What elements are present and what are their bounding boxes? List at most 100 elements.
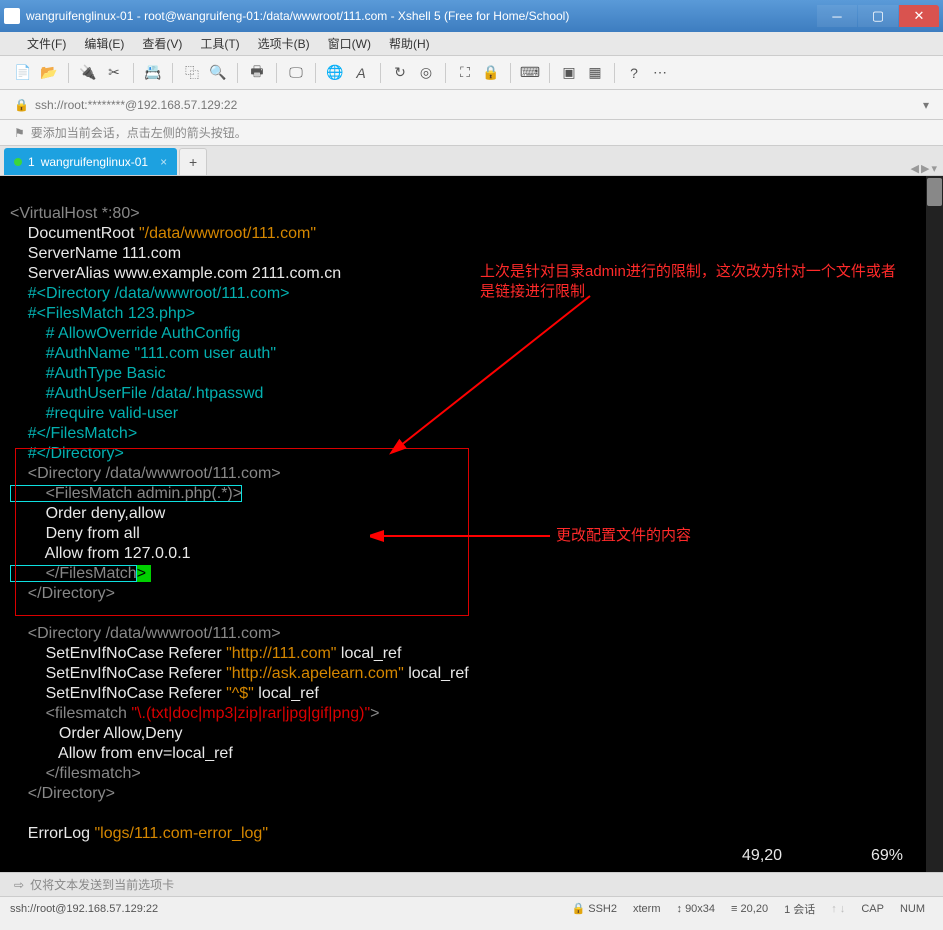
- menu-window[interactable]: 窗口(W): [319, 32, 380, 55]
- tab-close-icon[interactable]: ×: [160, 155, 167, 169]
- tab-label: wangruifenglinux-01: [41, 155, 148, 169]
- code-string: "^$": [226, 685, 254, 702]
- close-button[interactable]: ✕: [899, 5, 939, 27]
- expand-icon[interactable]: ⛶: [454, 62, 476, 84]
- separator: [133, 63, 134, 83]
- status-arrows: ↑ ↓: [823, 903, 853, 915]
- disconnect-icon[interactable]: ✂: [103, 62, 125, 84]
- menubar: 文件(F) 编辑(E) 查看(V) 工具(T) 选项卡(B) 窗口(W) 帮助(…: [0, 32, 943, 56]
- code-line: </Directory>: [10, 785, 115, 802]
- code-comment: #require valid-user: [10, 405, 178, 422]
- target-icon[interactable]: ◎: [415, 62, 437, 84]
- status-dot-icon: [14, 158, 22, 166]
- menu-view[interactable]: 查看(V): [133, 32, 191, 55]
- separator: [614, 63, 615, 83]
- menu-tabs[interactable]: 选项卡(B): [249, 32, 319, 55]
- code-line: Allow from env=local_ref: [10, 745, 233, 762]
- font-icon[interactable]: A: [350, 62, 372, 84]
- menu-tools[interactable]: 工具(T): [191, 32, 248, 55]
- code-line: local_ref: [336, 645, 401, 662]
- session-tab[interactable]: 1 wangruifenglinux-01 ×: [4, 148, 177, 175]
- code-comment: #AuthType Basic: [10, 365, 166, 382]
- annotation-text-2: 更改配置文件的内容: [556, 526, 691, 546]
- tile-icon[interactable]: ▦: [584, 62, 606, 84]
- status-size: 90x34: [685, 903, 715, 915]
- maximize-button[interactable]: ▢: [858, 5, 898, 27]
- code-comment: #<Directory /data/wwwroot/111.com>: [10, 285, 290, 302]
- lock-icon[interactable]: 🔒: [480, 62, 502, 84]
- address-text[interactable]: ssh://root:********@192.168.57.129:22: [35, 98, 917, 112]
- code-line: >: [370, 705, 379, 722]
- status-cap: CAP: [853, 903, 892, 915]
- screen-icon[interactable]: 🖵: [285, 62, 307, 84]
- separator: [68, 63, 69, 83]
- code-line: ServerName 111.com: [10, 245, 181, 262]
- separator: [380, 63, 381, 83]
- search-icon[interactable]: 🔍: [207, 62, 229, 84]
- terminal[interactable]: <VirtualHost *:80> DocumentRoot "/data/w…: [0, 176, 943, 872]
- app-icon: [4, 8, 20, 24]
- address-bar: 🔒 ssh://root:********@192.168.57.129:22 …: [0, 90, 943, 120]
- window-icon[interactable]: ▣: [558, 62, 580, 84]
- code-line: DocumentRoot: [10, 225, 139, 242]
- more-icon[interactable]: ⋯: [649, 62, 671, 84]
- minimize-button[interactable]: ─: [817, 5, 857, 27]
- toolbar: 📄 📂 🔌 ✂ 📇 ⿻ 🔍 🖶 🖵 🌐 A ↻ ◎ ⛶ 🔒 ⌨ ▣ ▦ ? ⋯: [0, 56, 943, 90]
- menu-help[interactable]: 帮助(H): [380, 32, 439, 55]
- vim-position: 49,20: [742, 847, 782, 864]
- status-cursor: 20,20: [741, 903, 769, 915]
- code-line: local_ref: [404, 665, 469, 682]
- globe-icon[interactable]: 🌐: [324, 62, 346, 84]
- code-line: <VirtualHost *:80>: [10, 205, 140, 222]
- titlebar: wangruifenglinux-01 - root@wangruifeng-0…: [0, 0, 943, 32]
- separator: [172, 63, 173, 83]
- separator: [276, 63, 277, 83]
- hint-text: 要添加当前会话，点击左侧的箭头按钮。: [31, 124, 247, 141]
- status-ssh: SSH2: [588, 903, 617, 915]
- tab-prev-icon[interactable]: ◀: [911, 162, 919, 175]
- input-hint-text: 仅将文本发送到当前选项卡: [30, 876, 174, 893]
- menu-edit[interactable]: 编辑(E): [75, 32, 133, 55]
- scrollbar-thumb[interactable]: [927, 178, 942, 206]
- open-icon[interactable]: 📂: [38, 62, 60, 84]
- code-line: ServerAlias www.example.com 2111.com.cn: [10, 265, 341, 282]
- keyboard-icon[interactable]: ⌨: [519, 62, 541, 84]
- tab-list-icon[interactable]: ▾: [931, 162, 937, 175]
- separator: [445, 63, 446, 83]
- tab-index: 1: [28, 155, 35, 169]
- code-string: "logs/111.com-error_log": [94, 825, 268, 842]
- props-icon[interactable]: 📇: [142, 62, 164, 84]
- code-line: </filesmatch>: [10, 765, 141, 782]
- status-num: NUM: [892, 903, 933, 915]
- separator: [237, 63, 238, 83]
- lock-icon: 🔒: [571, 903, 585, 915]
- dropdown-icon[interactable]: ▾: [923, 98, 929, 112]
- code-string: "http://111.com": [226, 645, 336, 662]
- code-line: SetEnvIfNoCase Referer: [10, 665, 226, 682]
- flag-icon[interactable]: ⚑: [14, 126, 25, 140]
- tab-strip: 1 wangruifenglinux-01 × + ◀ ▶ ▾: [0, 146, 943, 176]
- scrollbar[interactable]: [926, 176, 943, 872]
- window-buttons: ─ ▢ ✕: [817, 5, 939, 27]
- code-comment: #<FilesMatch 123.php>: [10, 305, 195, 322]
- lock-icon: 🔒: [14, 98, 29, 112]
- code-line: <filesmatch: [10, 705, 131, 722]
- refresh-icon[interactable]: ↻: [389, 62, 411, 84]
- send-icon[interactable]: ⇨: [14, 878, 24, 892]
- help-icon[interactable]: ?: [623, 62, 645, 84]
- code-line: local_ref: [254, 685, 319, 702]
- tab-next-icon[interactable]: ▶: [921, 162, 929, 175]
- code-line: <Directory /data/wwwroot/111.com>: [10, 625, 281, 642]
- copy-icon[interactable]: ⿻: [181, 62, 203, 84]
- code-line: ErrorLog: [10, 825, 94, 842]
- separator: [315, 63, 316, 83]
- status-bar: ssh://root@192.168.57.129:22 🔒 SSH2 xter…: [0, 896, 943, 920]
- new-icon[interactable]: 📄: [12, 62, 34, 84]
- print-icon[interactable]: 🖶: [246, 62, 268, 84]
- tab-nav: ◀ ▶ ▾: [911, 162, 943, 175]
- connect-icon[interactable]: 🔌: [77, 62, 99, 84]
- menu-file[interactable]: 文件(F): [18, 32, 75, 55]
- status-term: xterm: [625, 903, 669, 915]
- hint-bar: ⚑ 要添加当前会话，点击左侧的箭头按钮。: [0, 120, 943, 146]
- new-tab-button[interactable]: +: [179, 148, 207, 175]
